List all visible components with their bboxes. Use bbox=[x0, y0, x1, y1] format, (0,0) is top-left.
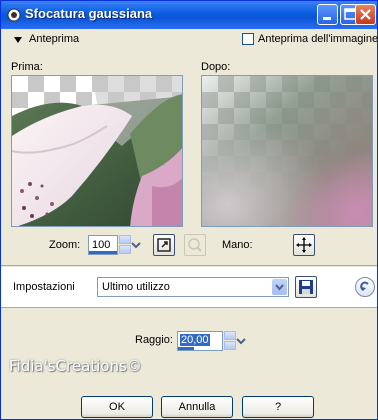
hand-label: Mano: bbox=[222, 239, 253, 251]
settings-bar: Impostazioni Ultimo utilizzo bbox=[1, 267, 377, 307]
spin-down-icon bbox=[119, 245, 131, 254]
before-label: Prima: bbox=[11, 61, 43, 73]
save-preset-button[interactable] bbox=[295, 276, 317, 298]
cancel-button[interactable]: Annulla bbox=[161, 396, 233, 418]
preview-section-label[interactable]: Anteprima bbox=[29, 33, 79, 45]
title-bar[interactable]: Sfocatura gaussiana bbox=[1, 1, 377, 29]
watermark-text: Fidia'sCreations© bbox=[9, 357, 142, 375]
reset-button[interactable] bbox=[355, 277, 375, 297]
reset-icon bbox=[360, 281, 369, 291]
radius-dropdown[interactable] bbox=[236, 331, 246, 351]
radius-spinner[interactable] bbox=[224, 331, 236, 351]
gaussian-blur-dialog: Sfocatura gaussiana Anteprima Anteprima … bbox=[0, 0, 378, 420]
close-icon bbox=[360, 9, 371, 20]
spin-up-icon bbox=[119, 235, 131, 244]
minimize-icon bbox=[323, 17, 331, 20]
save-icon bbox=[299, 280, 313, 294]
zoom-fit-icon bbox=[157, 238, 171, 252]
zoom-fit-button[interactable] bbox=[153, 234, 175, 256]
zoom-input[interactable]: 100 bbox=[88, 235, 118, 255]
radius-label: Raggio: bbox=[135, 334, 173, 346]
divider bbox=[1, 307, 377, 308]
preset-value: Ultimo utilizzo bbox=[102, 281, 170, 293]
close-button[interactable] bbox=[355, 4, 376, 25]
image-preview-checkbox[interactable] bbox=[242, 33, 254, 45]
chevron-down-icon bbox=[131, 242, 141, 249]
preset-select[interactable]: Ultimo utilizzo bbox=[97, 277, 289, 297]
hand-pan-button[interactable] bbox=[293, 234, 315, 256]
zoom-value: 100 bbox=[92, 239, 111, 251]
radius-input[interactable]: 20,00 bbox=[177, 331, 223, 351]
dropdown-button[interactable] bbox=[272, 279, 287, 295]
ok-button[interactable]: OK bbox=[81, 396, 153, 418]
move-icon bbox=[296, 237, 312, 253]
before-preview[interactable] bbox=[11, 75, 183, 227]
blurred-image bbox=[202, 76, 372, 226]
radius-value: 20,00 bbox=[180, 334, 210, 346]
app-icon bbox=[7, 8, 21, 22]
image-preview-label[interactable]: Anteprima dell'immagine bbox=[258, 33, 378, 45]
divider bbox=[1, 265, 377, 266]
help-button[interactable]: ? bbox=[242, 396, 314, 418]
collapse-preview-icon[interactable] bbox=[14, 37, 22, 43]
window-title: Sfocatura gaussiana bbox=[25, 6, 153, 21]
chevron-down-icon bbox=[236, 338, 246, 345]
zoom-spinner[interactable] bbox=[119, 235, 131, 255]
magnifier-icon bbox=[188, 238, 202, 252]
after-label: Dopo: bbox=[201, 61, 231, 73]
zoom-actual-button[interactable] bbox=[184, 234, 206, 256]
settings-label: Impostazioni bbox=[13, 281, 75, 293]
flower-image bbox=[12, 76, 182, 226]
minimize-button[interactable] bbox=[317, 4, 338, 25]
spin-down-icon bbox=[224, 341, 236, 350]
spin-up-icon bbox=[224, 331, 236, 340]
zoom-label: Zoom: bbox=[49, 239, 81, 251]
chevron-down-icon bbox=[275, 284, 284, 291]
after-preview[interactable] bbox=[201, 75, 373, 227]
zoom-dropdown[interactable] bbox=[131, 235, 141, 255]
